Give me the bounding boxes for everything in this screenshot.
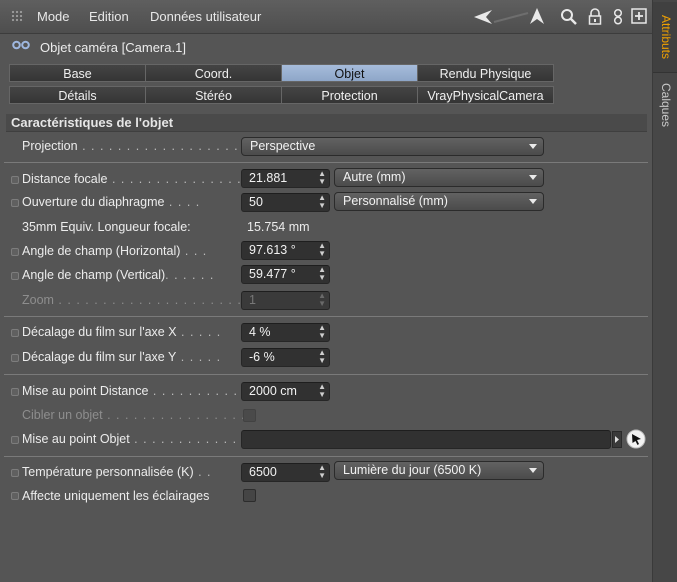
tab-stereo[interactable]: Stéréo <box>145 86 282 104</box>
color-temperature-input[interactable]: 6500 ▲ ▼ <box>241 463 330 482</box>
spinner-arrows-icon[interactable]: ▲ ▼ <box>318 324 326 340</box>
animate-dot-icon[interactable] <box>11 492 19 500</box>
chevron-down-icon <box>529 144 537 149</box>
link-icon[interactable] <box>612 8 624 26</box>
equiv-35mm-label: 35mm Equiv. Longueur focale: <box>22 220 191 234</box>
focus-distance-input[interactable]: 2000 cm ▲ ▼ <box>241 382 330 401</box>
fov-horizontal-label: Angle de champ (Horizontal) . . . <box>22 244 208 258</box>
aperture-input[interactable]: 50 ▲ ▼ <box>241 193 330 212</box>
spinner-arrows-icon[interactable]: ▲ ▼ <box>318 383 326 399</box>
focal-distance-label: Distance focale . . . . . . . . . . . . … <box>22 172 242 186</box>
fov-vertical-label: Angle de champ (Vertical). . . . . . <box>22 268 215 282</box>
animate-dot-icon[interactable] <box>11 176 19 184</box>
chevron-right-icon <box>615 436 619 443</box>
animate-dot-icon[interactable] <box>11 354 19 362</box>
projection-label: Projection . . . . . . . . . . . . . . .… <box>22 139 257 153</box>
divider <box>4 456 648 457</box>
spinner-arrows-icon[interactable]: ▲ ▼ <box>318 349 326 365</box>
divider <box>4 374 648 375</box>
affect-lights-only-label: Affecte uniquement les éclairages <box>22 489 210 503</box>
tab-coord[interactable]: Coord. <box>145 64 282 82</box>
spinner-arrows-icon[interactable]: ▲ ▼ <box>318 170 326 186</box>
animate-dot-icon[interactable] <box>11 388 19 396</box>
target-object-checkbox <box>243 409 256 422</box>
focus-object-label: Mise au point Objet . . . . . . . . . . … <box>22 432 246 446</box>
aperture-preset-dropdown[interactable]: Personnalisé (mm) <box>334 192 544 211</box>
tab-attributes[interactable]: Attributs <box>653 2 677 73</box>
object-title: Objet caméra [Camera.1] <box>40 40 186 55</box>
projection-dropdown[interactable]: Perspective <box>241 137 544 156</box>
chevron-down-icon <box>529 468 537 473</box>
color-temperature-label: Température personnalisée (K) . . <box>22 465 212 479</box>
focus-distance-label: Mise au point Distance . . . . . . . . .… <box>22 384 238 398</box>
pick-object-arrow-icon[interactable] <box>626 429 646 449</box>
spinner-arrows-icon[interactable]: ▲ ▼ <box>318 242 326 258</box>
focus-object-link-field[interactable] <box>241 430 611 449</box>
film-offset-x-label: Décalage du film sur l'axe X . . . . . <box>22 325 222 339</box>
affect-lights-only-checkbox[interactable] <box>243 489 256 502</box>
section-title: Caractéristiques de l'objet <box>6 114 647 132</box>
chevron-down-icon <box>529 199 537 204</box>
focal-distance-input[interactable]: 21.881 ▲ ▼ <box>241 169 330 188</box>
equiv-35mm-value: 15.754 mm <box>247 220 310 234</box>
focal-preset-dropdown[interactable]: Autre (mm) <box>334 168 544 187</box>
search-icon[interactable] <box>560 8 578 26</box>
menubar: Mode Edition Données utilisateur <box>0 0 652 34</box>
animate-dot-icon[interactable] <box>11 329 19 337</box>
chevron-down-icon <box>529 175 537 180</box>
animate-dot-icon[interactable] <box>11 436 19 444</box>
menu-edition[interactable]: Edition <box>89 9 129 24</box>
spinner-arrows-icon[interactable]: ▲ ▼ <box>318 194 326 210</box>
animate-dot-icon[interactable] <box>11 248 19 256</box>
animate-dot-icon[interactable] <box>11 469 19 477</box>
divider <box>4 316 648 317</box>
animate-dot-icon[interactable] <box>11 272 19 280</box>
film-offset-y-label: Décalage du film sur l'axe Y . . . . . <box>22 350 222 364</box>
tab-protection[interactable]: Protection <box>281 86 418 104</box>
lock-icon[interactable] <box>588 8 602 25</box>
tab-objet[interactable]: Objet <box>281 64 418 82</box>
back-arrow-icon[interactable] <box>474 10 530 24</box>
side-tab-bar: Attributs Calques <box>652 0 677 582</box>
zoom-label: Zoom . . . . . . . . . . . . . . . . . .… <box>22 293 269 307</box>
fov-horizontal-input[interactable]: 97.613 ° ▲ ▼ <box>241 241 330 260</box>
zoom-input: 1 ▲ ▼ <box>241 291 330 310</box>
spinner-arrows-icon[interactable]: ▲ ▼ <box>318 266 326 282</box>
grip-handle-icon[interactable] <box>11 10 24 23</box>
animate-dot-icon[interactable] <box>11 199 19 207</box>
tab-details[interactable]: Détails <box>9 86 146 104</box>
tab-base[interactable]: Base <box>9 64 146 82</box>
camera-object-icon <box>12 40 30 50</box>
film-offset-x-input[interactable]: 4 % ▲ ▼ <box>241 323 330 342</box>
spinner-arrows-icon: ▲ ▼ <box>318 291 326 308</box>
menu-mode[interactable]: Mode <box>37 9 70 24</box>
tab-rendu-physique[interactable]: Rendu Physique <box>417 64 554 82</box>
film-offset-y-input[interactable]: -6 % ▲ ▼ <box>241 348 330 367</box>
link-menu-button[interactable] <box>612 431 622 448</box>
color-temperature-preset-dropdown[interactable]: Lumière du jour (6500 K) <box>334 461 544 480</box>
tab-vray-physical-camera[interactable]: VrayPhysicalCamera <box>417 86 554 104</box>
menu-user-data[interactable]: Données utilisateur <box>150 9 261 24</box>
new-panel-icon[interactable] <box>631 8 647 24</box>
tab-layers[interactable]: Calques <box>653 74 677 136</box>
target-object-label: Cibler un objet . . . . . . . . . . . . … <box>22 408 255 422</box>
spinner-arrows-icon[interactable]: ▲ ▼ <box>318 464 326 480</box>
divider <box>4 162 648 163</box>
aperture-label: Ouverture du diaphragme . . . . <box>22 195 201 209</box>
up-arrow-icon[interactable] <box>530 8 544 24</box>
fov-vertical-input[interactable]: 59.477 ° ▲ ▼ <box>241 265 330 284</box>
